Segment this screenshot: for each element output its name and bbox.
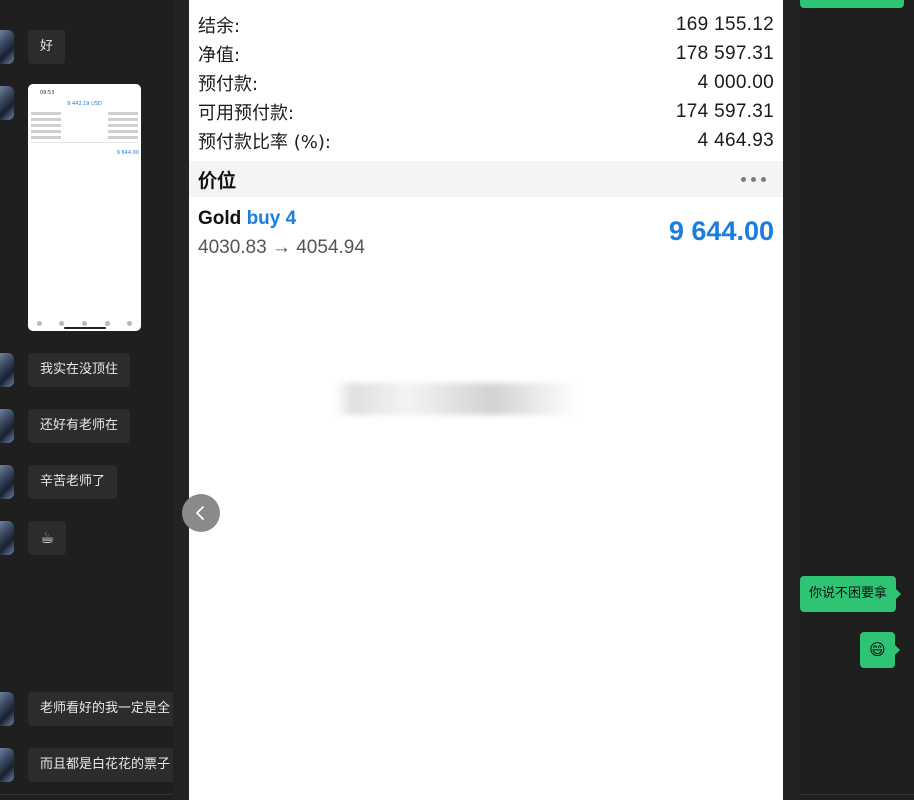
thumbnail-title: 9 442.19 USD [67, 101, 102, 107]
avatar[interactable] [0, 521, 14, 555]
positions-section-header: 价位 [189, 161, 783, 197]
previous-image-button[interactable] [182, 494, 220, 532]
avatar[interactable] [0, 409, 14, 443]
account-row-equity: 净值: 178 597.31 [198, 39, 774, 68]
account-value: 4 000.00 [697, 71, 774, 93]
account-label: 净值: [198, 44, 241, 66]
account-value: 178 597.31 [675, 42, 774, 64]
chevron-left-icon [196, 506, 204, 520]
blurred-area [334, 383, 578, 415]
thumbnail-tab-icon [127, 321, 133, 326]
divider [0, 794, 173, 795]
avatar[interactable] [0, 86, 14, 120]
thumbnail-divider [31, 142, 138, 143]
thumbnail-tab-icon [81, 321, 87, 326]
avatar[interactable] [0, 30, 14, 64]
thumbnail-tabbar [28, 321, 141, 326]
chat-bubble[interactable]: 我实在没顶住 [28, 353, 131, 387]
account-row-free-margin: 可用预付款: 174 597.31 [198, 97, 774, 126]
thumbnail-row [31, 118, 138, 121]
position-side: buy 4 [246, 208, 297, 229]
thumbnail-time: 09:53 [40, 90, 55, 96]
account-row-balance: 结余: 169 155.12 [198, 10, 774, 39]
thumbnail-tab-icon [36, 321, 42, 326]
viewer-backdrop [173, 0, 189, 800]
account-label: 可用预付款: [198, 102, 295, 124]
account-value: 4 464.93 [697, 129, 774, 151]
chat-right-column: 你说不困要拿 😄 [800, 0, 914, 800]
thumbnail-row [31, 124, 138, 127]
account-label: 结余: [198, 15, 241, 37]
section-title: 价位 [198, 169, 237, 192]
thumbnail-tab-icon [59, 321, 65, 326]
thumbnail-row [31, 136, 138, 139]
account-row-margin: 预付款: 4 000.00 [198, 68, 774, 97]
chat-bubble-self-partial[interactable] [800, 0, 904, 8]
account-label: 预付款比率 (%): [198, 131, 331, 153]
thumbnail-price: 9 644.00 [116, 150, 139, 156]
position-symbol-name: Gold [198, 208, 242, 229]
chat-bubble[interactable]: 老师看好的我一定是全 [28, 692, 173, 726]
account-value: 174 597.31 [675, 100, 774, 122]
divider [800, 794, 914, 795]
chat-bubble-emoji[interactable]: ☕ [28, 521, 67, 555]
avatar[interactable] [0, 353, 14, 387]
thumbnail-row [31, 112, 138, 115]
chat-bubble[interactable]: 辛苦老师了 [28, 465, 118, 499]
avatar[interactable] [0, 748, 14, 782]
viewer-backdrop [783, 0, 800, 800]
avatar[interactable] [0, 692, 14, 726]
image-viewer: 结余: 169 155.12 净值: 178 597.31 预付款: 4 000… [189, 0, 783, 800]
chat-bubble-self-emoji[interactable]: 😄 [860, 632, 900, 668]
more-horizontal-icon [741, 176, 766, 182]
thumbnail-tab-icon [104, 321, 110, 326]
avatar[interactable] [0, 465, 14, 499]
account-row-margin-level: 预付款比率 (%): 4 464.93 [198, 126, 774, 155]
chat-bubble[interactable]: 还好有老师在 [28, 409, 131, 443]
thumbnail-home-indicator [64, 327, 106, 329]
account-label: 预付款: [198, 73, 259, 95]
position-profit: 9 644.00 [668, 216, 774, 246]
position-prices: 4030.83 → 4054.94 [198, 237, 365, 258]
chat-left-column: 好 09:53 9 442.19 USD 9 644.00 我实在没顶住 还好有… [0, 0, 173, 800]
thumbnail-row [31, 130, 138, 133]
account-value: 169 155.12 [675, 13, 774, 35]
position-symbol: Gold buy 4 [198, 208, 296, 230]
screenshot-thumbnail[interactable]: 09:53 9 442.19 USD 9 644.00 [28, 84, 141, 331]
chat-bubble[interactable]: 而且都是白花花的票子 [28, 748, 173, 782]
chat-bubble-self[interactable]: 你说不困要拿 [800, 576, 902, 612]
chat-bubble[interactable]: 好 [28, 30, 66, 64]
